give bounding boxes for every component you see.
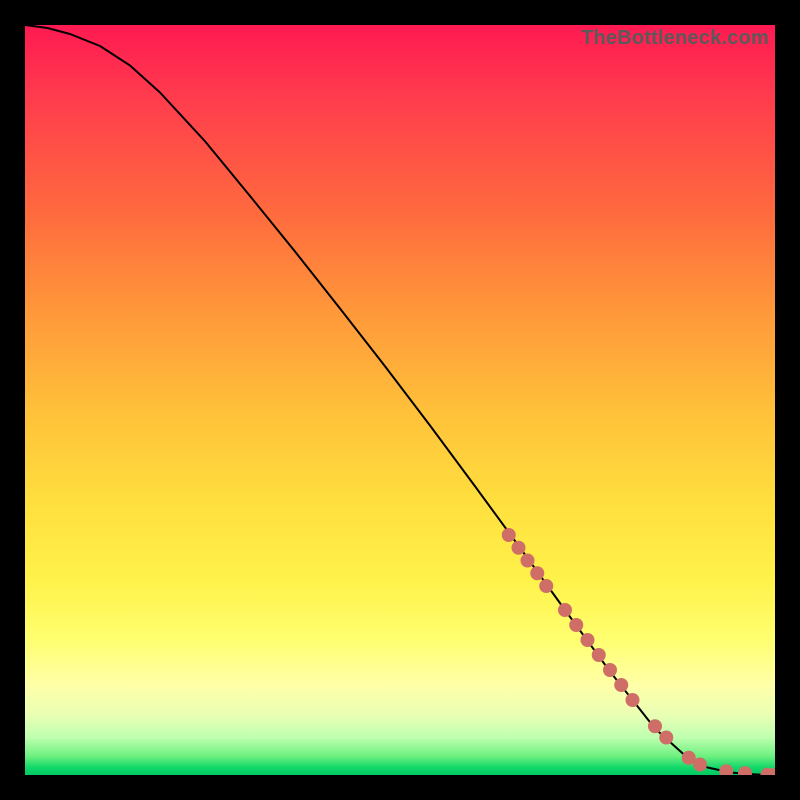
data-marker xyxy=(558,603,572,617)
data-marker xyxy=(603,663,617,677)
chart-overlay xyxy=(25,25,775,775)
data-marker xyxy=(614,678,628,692)
plot-area: TheBottleneck.com xyxy=(25,25,775,775)
data-marker xyxy=(626,693,640,707)
data-marker xyxy=(592,648,606,662)
data-marker xyxy=(512,541,526,555)
curve-line xyxy=(25,25,775,775)
data-marker xyxy=(539,579,553,593)
data-marker xyxy=(738,766,752,775)
data-marker xyxy=(659,731,673,745)
data-marker xyxy=(530,566,544,580)
data-marker xyxy=(648,719,662,733)
data-marker xyxy=(693,758,707,772)
data-marker xyxy=(719,764,733,775)
data-marker xyxy=(569,618,583,632)
data-marker xyxy=(581,633,595,647)
chart-frame: TheBottleneck.com xyxy=(0,0,800,800)
data-marker xyxy=(521,554,535,568)
data-marker xyxy=(502,528,516,542)
